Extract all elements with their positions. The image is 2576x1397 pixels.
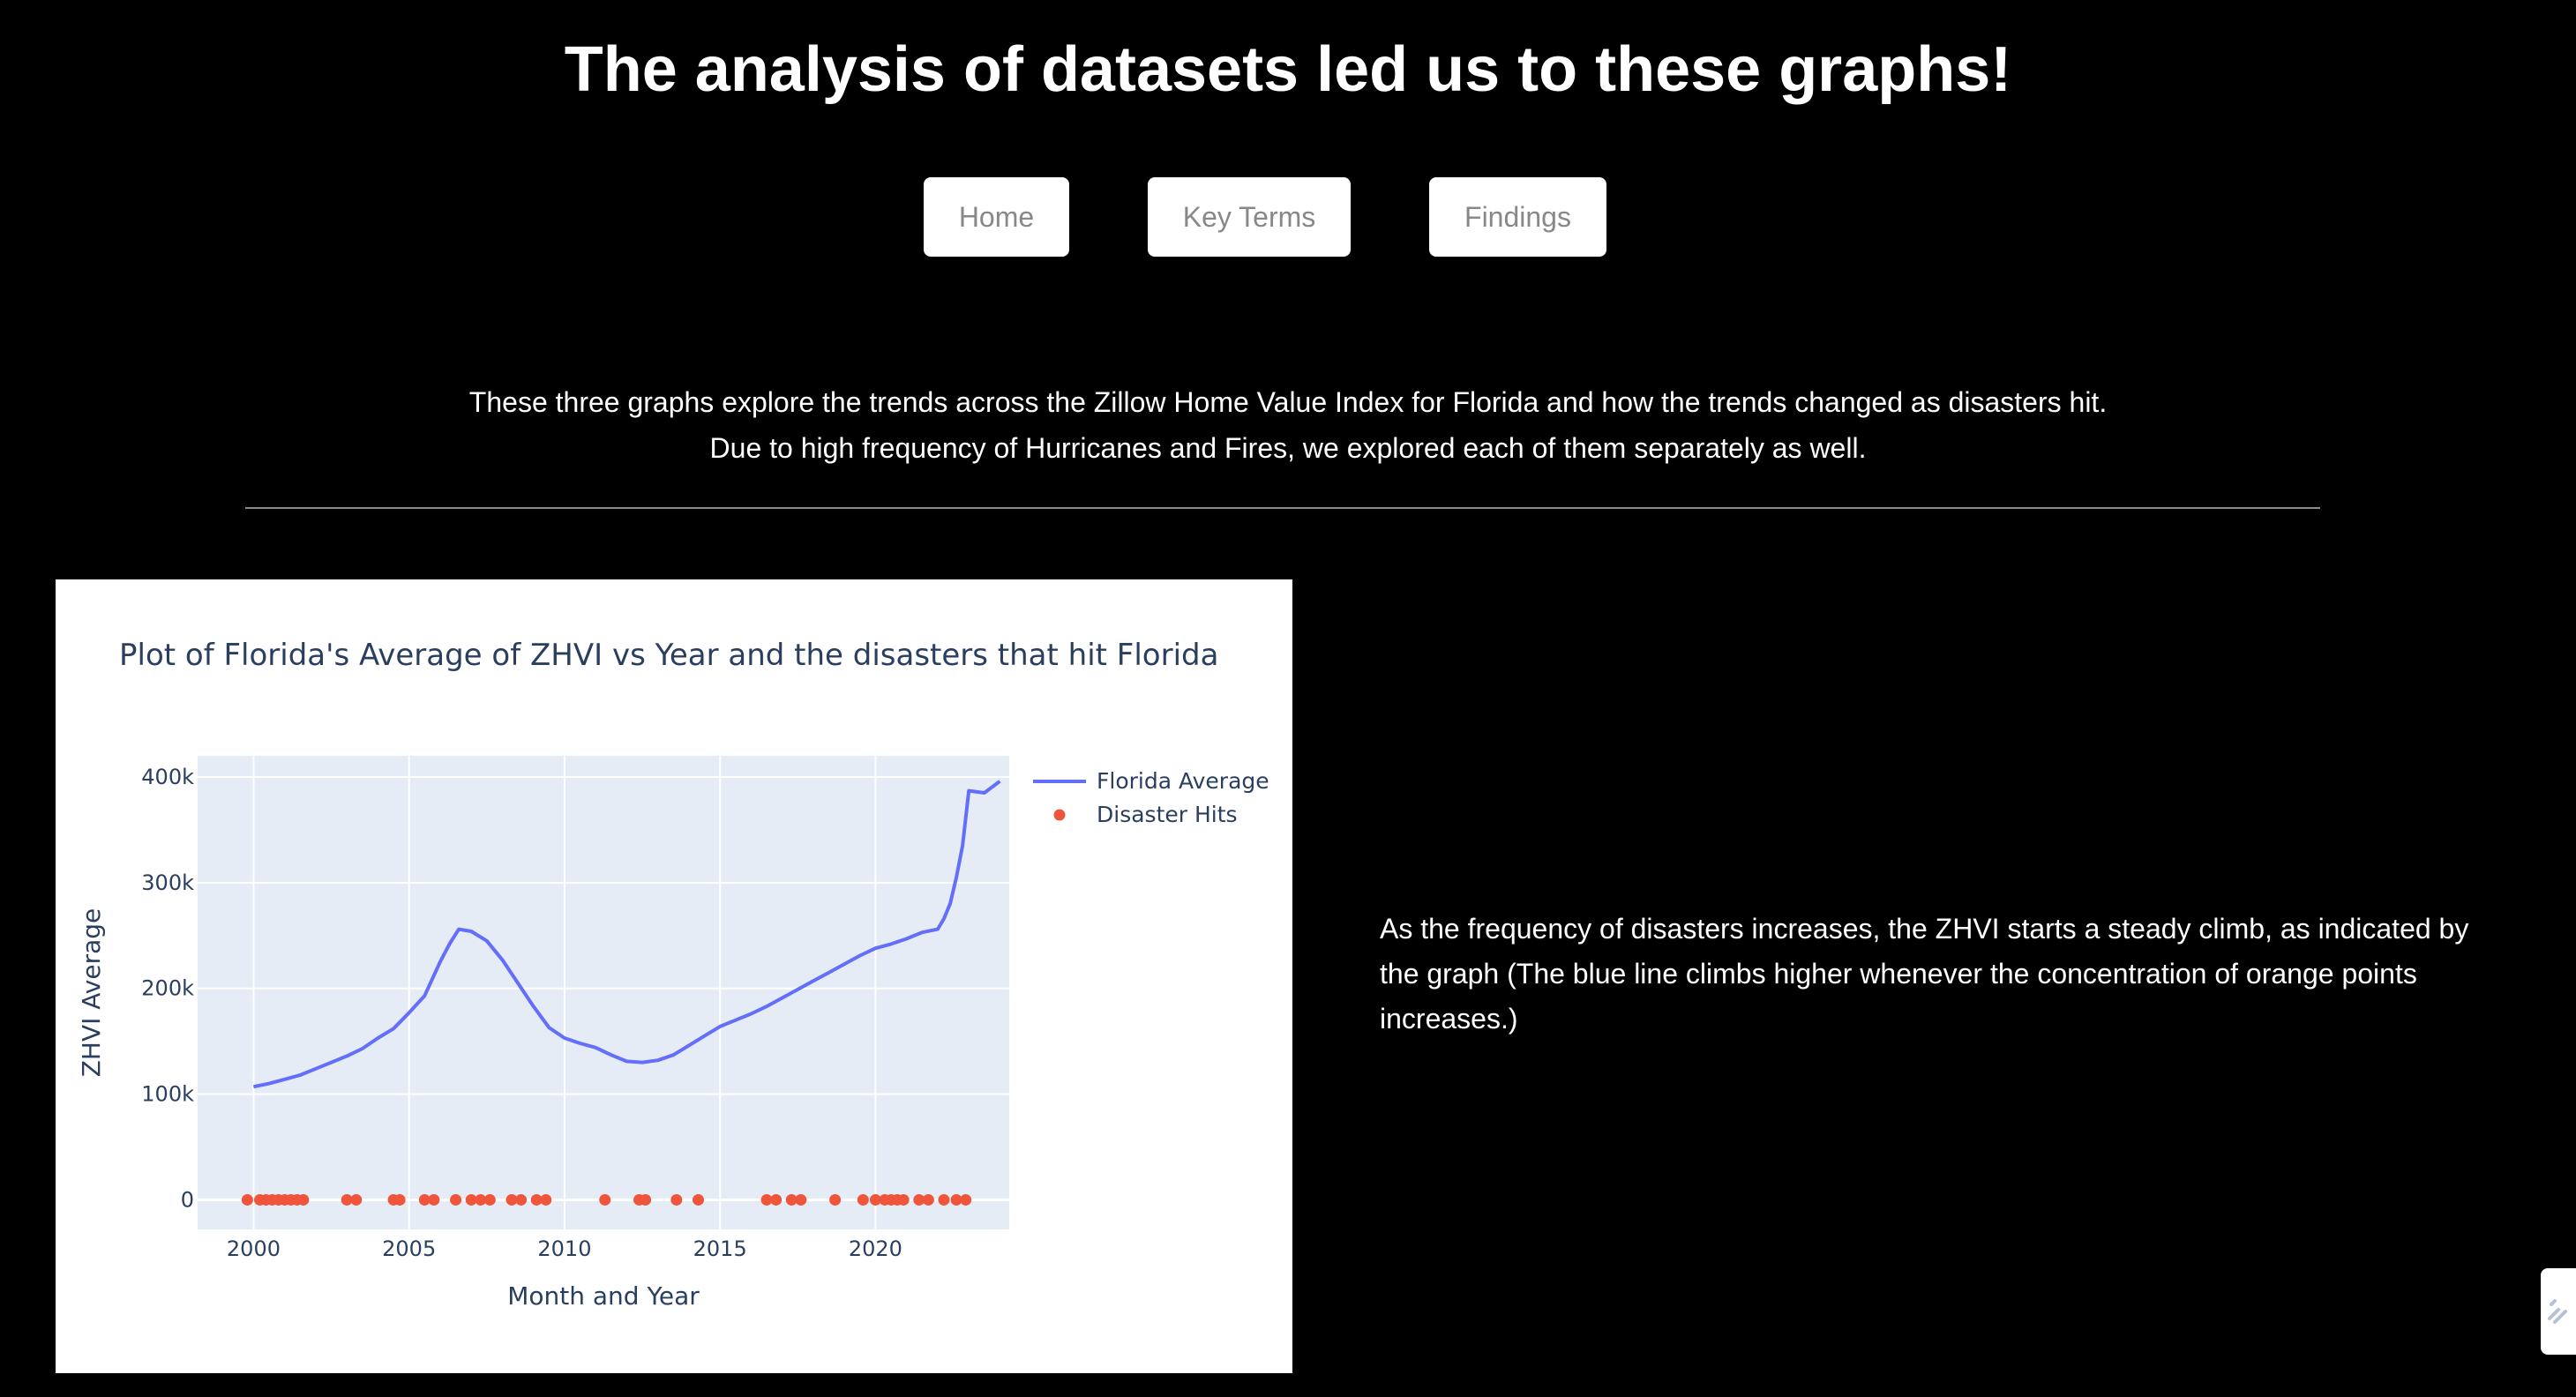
disaster-hit-point (770, 1193, 783, 1206)
disaster-hit-point (599, 1193, 611, 1206)
disaster-hit-point (938, 1193, 950, 1206)
y-tick-label: 200k (141, 976, 194, 1001)
x-tick-label: 2010 (537, 1236, 591, 1261)
disaster-hit-point (450, 1193, 462, 1206)
intro-line-1: These three graphs explore the trends ac… (468, 386, 2108, 418)
legend-disaster-hits: Disaster Hits (1097, 802, 1238, 827)
x-tick-label: 2020 (849, 1236, 902, 1261)
disaster-hit-point (297, 1193, 310, 1206)
y-axis-title: ZHVI Average (77, 908, 106, 1078)
y-tick-label: 100k (141, 1082, 194, 1107)
disaster-hit-point (428, 1193, 440, 1206)
legend-marker-swatch (1053, 809, 1066, 821)
chart-description: As the frequency of disasters increases,… (1380, 913, 2469, 1035)
zhvi-chart[interactable]: 2000 2005 2010 2015 2020 0 100k 200k 300k 400k Plo… (56, 579, 1292, 1373)
disaster-hit-point (393, 1193, 406, 1206)
disaster-hit-point (922, 1193, 934, 1206)
section-divider (245, 507, 2320, 509)
intro-text: These three graphs explore the trends ac… (0, 379, 2576, 471)
x-axis-title: Month and Year (507, 1281, 700, 1311)
disaster-hit-point (960, 1193, 972, 1206)
disaster-hit-point (693, 1193, 705, 1206)
plotly-logo-icon[interactable] (2541, 1268, 2576, 1355)
chart-title: Plot of Florida's Average of ZHVI vs Yea… (119, 638, 1218, 673)
disaster-hit-point (829, 1193, 842, 1206)
x-tick-label: 2015 (693, 1236, 747, 1261)
plot-area (198, 756, 1009, 1229)
page-title: The analysis of datasets led us to these… (564, 34, 2012, 105)
y-tick-label: 300k (141, 870, 194, 895)
y-tick-label: 400k (141, 765, 194, 789)
key-terms-button[interactable]: Key Terms (1148, 177, 1351, 257)
disaster-hit-point (640, 1193, 652, 1206)
disaster-hit-point (670, 1193, 683, 1206)
disaster-hit-point (350, 1193, 363, 1206)
x-tick-label: 2000 (227, 1236, 281, 1261)
disaster-hit-point (483, 1193, 496, 1206)
disaster-hit-point (515, 1193, 528, 1206)
disaster-hit-point (241, 1193, 253, 1206)
disaster-hit-point (795, 1193, 807, 1206)
disaster-hit-point (897, 1193, 910, 1206)
x-tick-label: 2005 (382, 1236, 436, 1261)
disaster-hit-point (540, 1193, 552, 1206)
nav-bar: Home Key Terms Findings (0, 177, 2576, 257)
disaster-hit-point (857, 1193, 869, 1206)
findings-button[interactable]: Findings (1429, 177, 1606, 257)
intro-line-2: Due to high frequency of Hurricanes and … (709, 432, 1867, 464)
home-button[interactable]: Home (924, 177, 1069, 257)
legend-florida-average: Florida Average (1097, 768, 1269, 794)
y-tick-label: 0 (181, 1187, 194, 1212)
chart-card: 2000 2005 2010 2015 2020 0 100k 200k 300k 400k Plo… (56, 579, 1292, 1373)
